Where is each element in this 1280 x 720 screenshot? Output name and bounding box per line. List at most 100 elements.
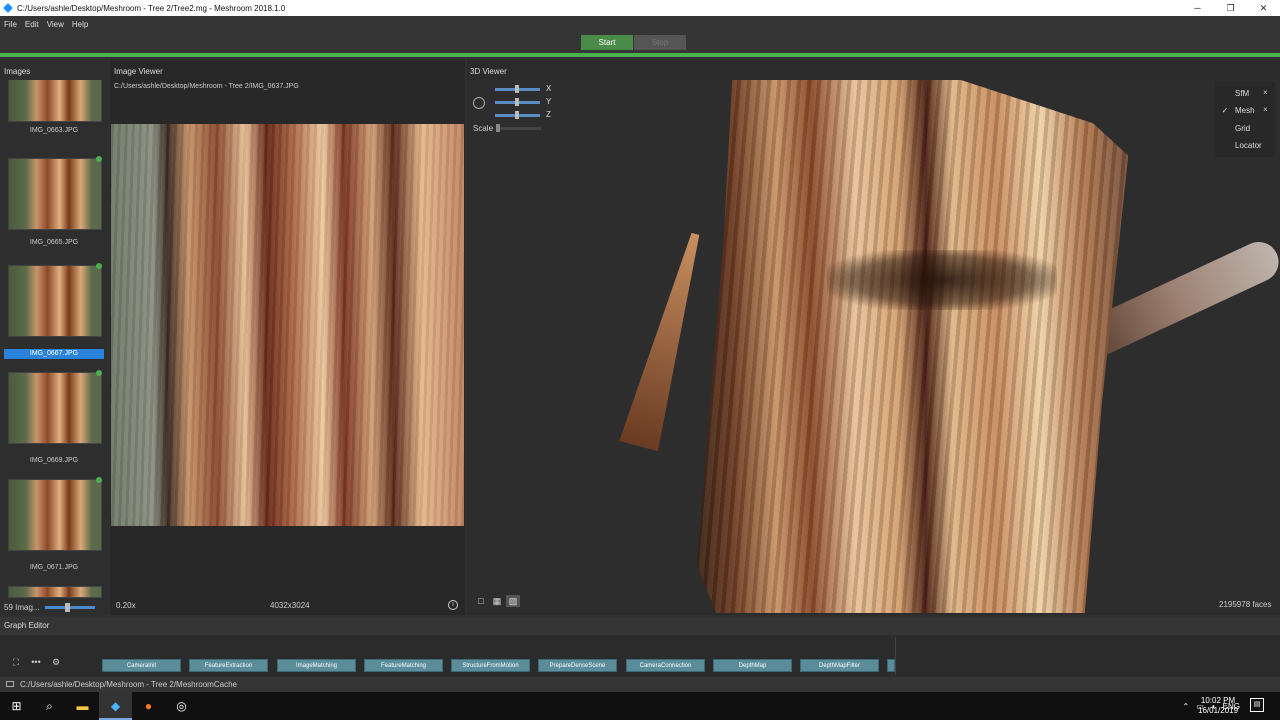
layer-sfm[interactable]: SfM × bbox=[1215, 88, 1275, 102]
image-viewer-footer: 0.20x 4032x3024 i bbox=[110, 599, 465, 613]
axis-y-label: Y bbox=[546, 97, 552, 106]
axis-slider-knob[interactable] bbox=[515, 111, 519, 119]
menu-help[interactable]: Help bbox=[72, 20, 88, 29]
progress-bar bbox=[0, 53, 1280, 57]
viewer-3d-canvas[interactable] bbox=[467, 80, 1280, 613]
slider-knob[interactable] bbox=[64, 602, 70, 612]
status-dot bbox=[96, 370, 102, 376]
fit-view-icon[interactable]: ⛶ bbox=[6, 657, 26, 668]
scale-slider-knob[interactable] bbox=[496, 124, 500, 132]
thumbnail-image bbox=[8, 158, 102, 230]
thumbnail-image bbox=[8, 586, 102, 598]
layer-locator[interactable]: Locator bbox=[1215, 140, 1275, 154]
faces-count: 2195978 faces bbox=[1219, 600, 1272, 609]
close-icon[interactable]: × bbox=[1263, 88, 1268, 97]
thumbnail-item-selected[interactable]: IMG_0667.JPG bbox=[4, 263, 104, 365]
axis-x-control[interactable]: X bbox=[495, 84, 555, 94]
layer-grid[interactable]: Grid bbox=[1215, 123, 1275, 137]
folder-icon[interactable] bbox=[6, 681, 14, 687]
zoom-level: 0.20x bbox=[116, 601, 136, 610]
graph-toolbar: ⛶ ••• ⚙ bbox=[6, 657, 66, 668]
textured-mode-icon[interactable]: ▨ bbox=[506, 595, 520, 607]
graph-node-featurematching[interactable]: FeatureMatching bbox=[364, 659, 443, 672]
axis-z-control[interactable]: Z bbox=[495, 110, 555, 120]
thumbnail-item[interactable]: IMG_0663.JPG bbox=[4, 80, 104, 144]
menu-edit[interactable]: Edit bbox=[25, 20, 39, 29]
scale-label: Scale bbox=[473, 124, 494, 133]
layers-panel: SfM × ✓ Mesh × Grid Locator bbox=[1215, 82, 1275, 157]
graph-splitter[interactable] bbox=[895, 637, 896, 675]
file-explorer-icon[interactable]: ▬ bbox=[66, 692, 99, 720]
image-viewer-title: Image Viewer bbox=[114, 67, 163, 76]
minimize-button[interactable]: ─ bbox=[1181, 0, 1214, 16]
title-bar: C:/Users/ashle/Desktop/Meshroom - Tree 2… bbox=[0, 0, 1280, 16]
close-button[interactable]: ✕ bbox=[1247, 0, 1280, 16]
search-icon[interactable]: ⌕ bbox=[33, 692, 66, 720]
mesh-scorch-mark bbox=[827, 250, 1057, 310]
scale-slider[interactable] bbox=[496, 127, 541, 130]
graph-node-depthmapfilter[interactable]: DepthMapFilter bbox=[800, 659, 879, 672]
windows-start-icon[interactable]: ⊞ bbox=[0, 692, 33, 720]
solid-mode-icon[interactable]: □ bbox=[474, 595, 488, 607]
graph-node-preparedensescene[interactable]: PrepareDenseScene bbox=[538, 659, 617, 672]
thumbnail-item[interactable] bbox=[4, 586, 104, 598]
status-dot bbox=[96, 156, 102, 162]
axis-x-label: X bbox=[546, 84, 552, 93]
axis-slider-knob[interactable] bbox=[515, 85, 519, 93]
viewer-3d-title: 3D Viewer bbox=[470, 67, 507, 76]
thumbnail-image bbox=[8, 372, 102, 444]
wireframe-mode-icon[interactable]: ▦ bbox=[490, 595, 504, 607]
close-icon[interactable]: × bbox=[1263, 105, 1268, 114]
thumbnail-label: IMG_0665.JPG bbox=[29, 239, 79, 246]
graph-node-featureextraction[interactable]: FeatureExtraction bbox=[189, 659, 268, 672]
layer-checkbox[interactable]: ✓ bbox=[1221, 106, 1229, 115]
firefox-icon[interactable]: ● bbox=[132, 692, 165, 720]
thumbnail-item[interactable]: IMG_0665.JPG bbox=[4, 156, 104, 258]
thumbnail-size-slider[interactable] bbox=[44, 602, 95, 612]
status-dot bbox=[96, 263, 102, 269]
restore-button[interactable]: ❐ bbox=[1214, 0, 1247, 16]
menu-bar: File Edit View Help bbox=[0, 16, 1280, 32]
layer-mesh[interactable]: ✓ Mesh × bbox=[1215, 105, 1275, 119]
window-title: C:/Users/ashle/Desktop/Meshroom - Tree 2… bbox=[17, 3, 286, 13]
window-controls: ─ ❐ ✕ bbox=[1181, 0, 1280, 16]
layer-name: SfM bbox=[1235, 89, 1250, 98]
axis-slider-knob[interactable] bbox=[515, 98, 519, 106]
thumbnail-item[interactable]: IMG_0669.JPG bbox=[4, 370, 104, 472]
meshroom-taskbar-icon[interactable]: ◆ bbox=[99, 692, 132, 720]
graph-node-depthmap[interactable]: DepthMap bbox=[713, 659, 792, 672]
thumbnail-label: IMG_0671.JPG bbox=[29, 564, 79, 571]
notification-icon[interactable]: ▤ bbox=[1250, 698, 1264, 712]
graph-node-cameraconnection[interactable]: CameraConnection bbox=[626, 659, 705, 672]
layer-name: Locator bbox=[1235, 141, 1262, 150]
start-button[interactable]: Start bbox=[581, 35, 633, 50]
chevron-up-icon[interactable]: ⌃ bbox=[1183, 702, 1190, 711]
clock-date: 16/01/2019 bbox=[1198, 706, 1239, 715]
clock-time: 10:02 PM bbox=[1200, 696, 1236, 705]
graph-node-partial[interactable] bbox=[887, 659, 895, 672]
menu-view[interactable]: View bbox=[47, 20, 64, 29]
more-icon[interactable]: ••• bbox=[26, 657, 46, 668]
layer-name: Mesh bbox=[1235, 106, 1255, 115]
thumbnail-item[interactable]: IMG_0671.JPG bbox=[4, 477, 104, 579]
thumbnail-label: IMG_0663.JPG bbox=[29, 127, 79, 134]
layer-name: Grid bbox=[1235, 124, 1251, 133]
image-dimensions: 4032x3024 bbox=[270, 601, 310, 610]
info-icon[interactable]: i bbox=[448, 600, 458, 610]
image-preview[interactable] bbox=[111, 124, 464, 526]
obs-icon[interactable]: ◎ bbox=[165, 692, 198, 720]
axis-y-control[interactable]: Y bbox=[495, 97, 555, 107]
thumbnail-label: IMG_0667.JPG bbox=[4, 349, 104, 359]
graph-node-camerainit[interactable]: CameraInit bbox=[102, 659, 181, 672]
images-panel-title: Images bbox=[4, 67, 31, 76]
images-footer: 59 Imag... bbox=[0, 600, 108, 614]
menu-file[interactable]: File bbox=[4, 20, 17, 29]
image-gallery[interactable]: IMG_0663.JPG IMG_0665.JPG IMG_0667.JPG I… bbox=[4, 80, 104, 598]
cache-path: C:/Users/ashle/Desktop/Meshroom - Tree 2… bbox=[20, 680, 237, 689]
taskbar-clock[interactable]: 10:02 PM 16/01/2019 bbox=[1198, 696, 1238, 716]
settings-gear-icon[interactable]: ⚙ bbox=[46, 657, 66, 668]
stop-button[interactable]: Stop bbox=[634, 35, 686, 50]
cache-path-bar: C:/Users/ashle/Desktop/Meshroom - Tree 2… bbox=[0, 677, 1280, 692]
graph-node-imagematching[interactable]: ImageMatching bbox=[277, 659, 356, 672]
graph-node-structurefrommotion[interactable]: StructureFromMotion bbox=[451, 659, 530, 672]
